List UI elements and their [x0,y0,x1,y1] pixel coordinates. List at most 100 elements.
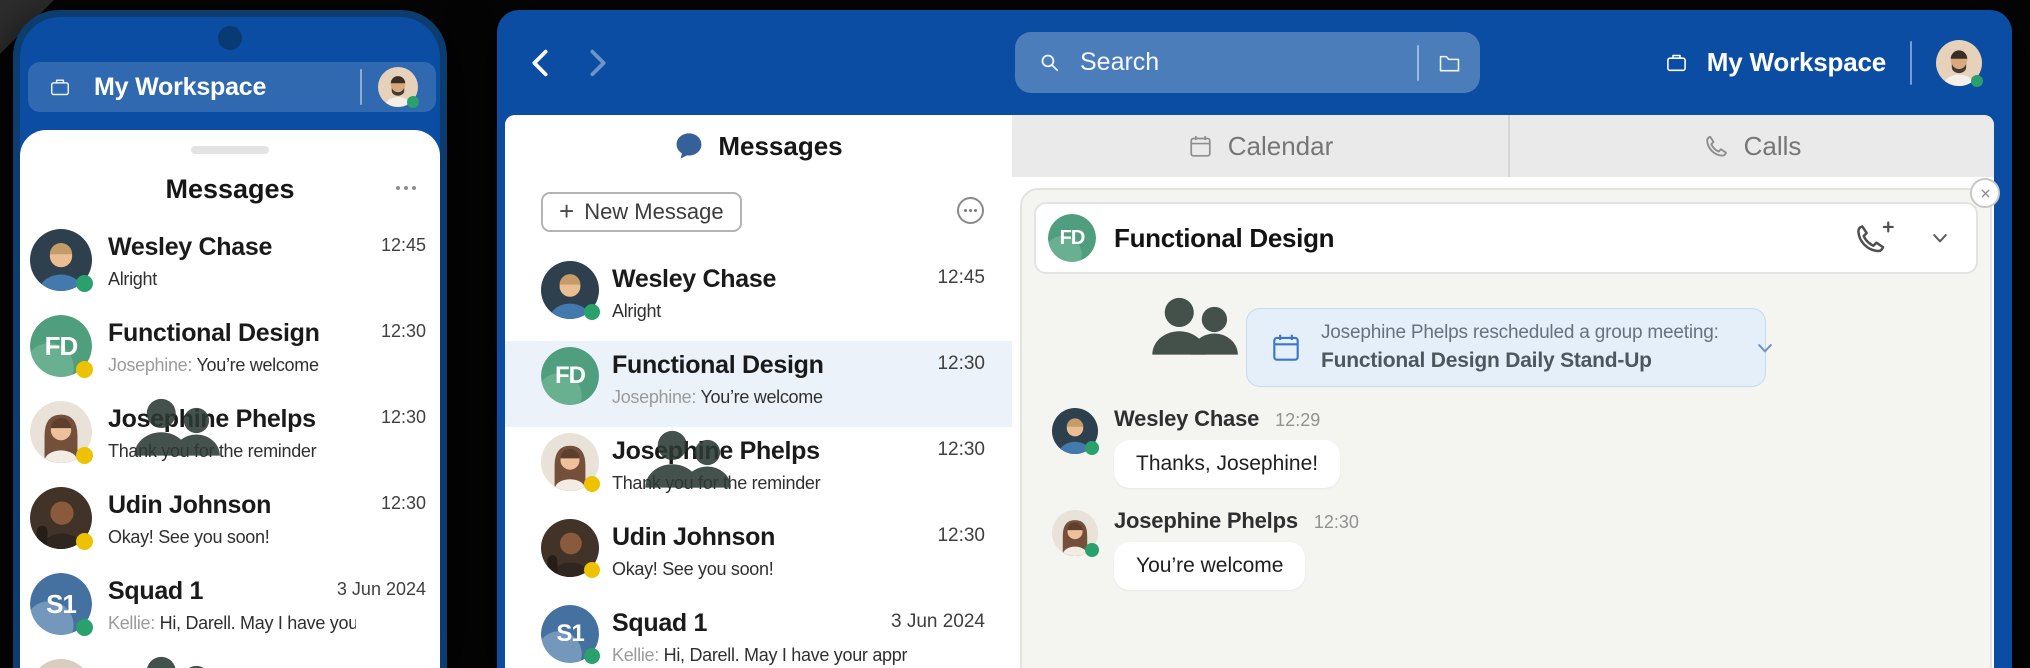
meeting-notice-text: Josephine Phelps rescheduled a group mee… [1321,322,1719,344]
group-avatar: S1 [541,605,599,663]
conversation-name: Udin Johnson [612,523,907,552]
workspace-title[interactable]: My Workspace [1707,47,1886,78]
conversation-time: 12:45 [937,267,985,289]
group-avatar: FD [30,315,92,377]
tab-calls[interactable]: Calls [1510,115,1994,177]
conversation-row[interactable]: Wesley Chase Alright 12:45 [20,225,440,311]
window-content: Messages Calendar Calls + New Message [505,115,1994,668]
conversation-time: 12:30 [381,493,426,514]
close-icon [1978,186,1993,201]
status-dot [407,96,419,108]
header-divider [1910,41,1912,85]
avatar [541,261,599,319]
message-time: 12:29 [1275,410,1320,431]
conversation-row[interactable]: S1 Squad 1 Kellie: Hi, Darell. May I hav… [505,599,1012,668]
chat-message: Josephine Phelps 12:30 You’re welcome [1052,508,1359,590]
search-input[interactable] [1080,48,1417,77]
workspace-header[interactable]: My Workspace [28,62,436,112]
briefcase-icon [48,75,72,99]
status-dot [76,447,93,464]
conversation-preview: Okay! See you soon! [612,559,907,580]
phone-icon [1703,133,1730,160]
group-people-icon [30,573,330,668]
forward-button[interactable] [581,47,613,79]
avatar [1052,408,1098,454]
chat-bubble-icon [674,131,704,161]
conversation-row[interactable]: S1 Squad 1 Kellie: Hi, Darell. May I hav… [20,569,440,655]
list-more-options-icon[interactable] [957,197,984,224]
user-avatar[interactable] [378,67,418,107]
new-message-button[interactable]: + New Message [541,192,742,232]
conversation-name: Udin Johnson [108,491,356,520]
message-bubble: Thanks, Josephine! [1114,440,1340,488]
avatar [30,487,92,549]
conversation-preview: Alright [612,301,907,322]
chat-group-avatar: FD [1048,214,1096,262]
chat-panel: FD Functional Design Josephine Phelps re… [1020,188,1992,668]
chat-header: FD Functional Design [1034,202,1978,274]
avatar [30,229,92,291]
status-dot [584,562,600,578]
group-people-icon [541,347,841,497]
search-divider [1417,45,1419,81]
conversation-row-selected[interactable]: FD Functional Design Josephine: You’re w… [505,341,1012,427]
status-dot [584,304,600,320]
user-avatar[interactable] [1936,40,1982,86]
drag-handle[interactable] [191,146,269,154]
plus-icon: + [559,198,574,224]
header-divider [360,69,362,105]
conversation-time: 12:30 [381,407,426,428]
status-dot [76,361,93,378]
add-call-icon[interactable] [1854,220,1896,256]
group-people-icon [30,315,330,465]
status-dot [584,476,600,492]
conversation-name: Wesley Chase [612,265,907,294]
conversation-row[interactable]: Wesley Chase Alright 12:45 [505,255,1012,341]
conversation-row[interactable]: Udin Johnson Okay! See you soon! 12:30 [20,483,440,569]
conversation-time: 12:30 [937,353,985,375]
group-avatar: S1 [30,573,92,635]
conversation-name: Wesley Chase [108,233,356,262]
group-people-icon [1048,214,1348,364]
chevron-down-icon[interactable] [1930,228,1950,248]
message-time: 12:30 [1314,512,1359,533]
avatar [541,519,599,577]
avatar [1052,510,1098,556]
app-topbar: My Workspace [497,10,2012,115]
chevron-down-icon[interactable] [1755,338,1775,358]
conversation-time: 3 Jun 2024 [337,579,426,600]
message-sender: Josephine Phelps [1114,508,1298,534]
conversation-preview: Okay! See you soon! [108,527,356,548]
status-dot [584,648,600,664]
more-options-icon[interactable] [396,186,416,190]
status-dot [76,619,93,636]
phone-camera-punch [218,26,242,50]
message-bubble: You’re welcome [1114,542,1305,590]
tab-calendar[interactable]: Calendar [1012,115,1510,177]
conversation-preview: Alright [108,269,356,290]
messages-heading: Messages [20,174,440,205]
tab-bar: Messages Calendar Calls [505,115,1994,177]
desktop-app-window: My Workspace Messages Calendar Calls [497,10,2012,668]
conversation-time: 12:30 [937,525,985,547]
workspace-title: My Workspace [94,73,266,102]
back-button[interactable] [525,47,557,79]
conversation-list: + New Message Wesley Chase Alright 12:45 [505,177,1012,668]
conversation-time: 12:30 [937,439,985,461]
tab-messages[interactable]: Messages [505,115,1012,177]
chat-message: Wesley Chase 12:29 Thanks, Josephine! [1052,406,1340,488]
conversation-time: 12:45 [381,235,426,256]
search-bar[interactable] [1015,32,1480,93]
phone-screen: My Workspace Messages Wesley Chase Alr [20,17,440,668]
messages-sheet: Messages Wesley Chase Alright 12:45 FD [20,130,440,668]
briefcase-icon [1664,50,1689,75]
meeting-title: Functional Design Daily Stand-Up [1321,349,1719,373]
conversation-time: 12:30 [381,321,426,342]
conversation-row[interactable]: Udin Johnson Okay! See you soon! 12:30 [505,513,1012,599]
status-dot [76,275,93,292]
conversation-row[interactable]: FD Functional Design Josephine: You’re w… [20,311,440,397]
status-dot [1085,441,1099,455]
close-chat-button[interactable] [1970,178,2000,208]
phone-mockup: My Workspace Messages Wesley Chase Alr [13,10,447,668]
folder-icon[interactable] [1437,50,1462,75]
